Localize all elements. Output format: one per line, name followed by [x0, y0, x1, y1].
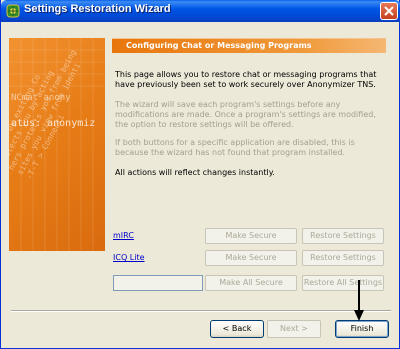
mirc-make-secure-button[interactable]: Make Secure	[205, 228, 297, 244]
next-button[interactable]: Next >	[267, 320, 321, 338]
wizard-body: NCmat anony atus: anonymiz ...sed by exi…	[5, 22, 397, 345]
program-link-icq-lite[interactable]: ICQ Lite	[113, 253, 145, 262]
icq-make-secure-button[interactable]: Make Secure	[205, 250, 297, 266]
mirc-restore-button[interactable]: Restore Settings	[302, 228, 384, 244]
back-button[interactable]: < Back	[210, 320, 264, 338]
app-icon	[6, 4, 20, 18]
icq-restore-button[interactable]: Restore Settings	[302, 250, 384, 266]
footer-separator	[11, 310, 391, 312]
program-link-mirc[interactable]: mIRC	[113, 231, 134, 240]
page-header: Configuring Chat or Messaging Programs	[112, 38, 386, 53]
side-banner-image: NCmat anony atus: anonymiz ...sed by exi…	[9, 38, 105, 251]
pointer-arrow-icon	[354, 280, 364, 321]
restore-all-button[interactable]: Restore All Settings	[302, 275, 384, 291]
title-bar[interactable]: Settings Restoration Wizard	[1, 0, 400, 22]
status-field	[113, 275, 203, 291]
finish-button[interactable]: Finish	[335, 320, 389, 338]
disabled-note-text: If both buttons for a specific applicati…	[115, 138, 355, 157]
window-title: Settings Restoration Wizard	[24, 3, 171, 15]
wizard-window: Settings Restoration Wizard NCmat anony …	[0, 0, 400, 349]
close-icon	[384, 6, 394, 16]
close-button[interactable]	[380, 2, 398, 20]
save-note-text: The wizard will save each program's sett…	[115, 100, 376, 129]
make-all-secure-button[interactable]: Make All Secure	[205, 275, 297, 291]
instant-note-text: All actions will reflect changes instant…	[115, 168, 275, 177]
intro-text: This page allows you to restore chat or …	[115, 70, 377, 89]
page-title: Configuring Chat or Messaging Programs	[126, 41, 312, 50]
